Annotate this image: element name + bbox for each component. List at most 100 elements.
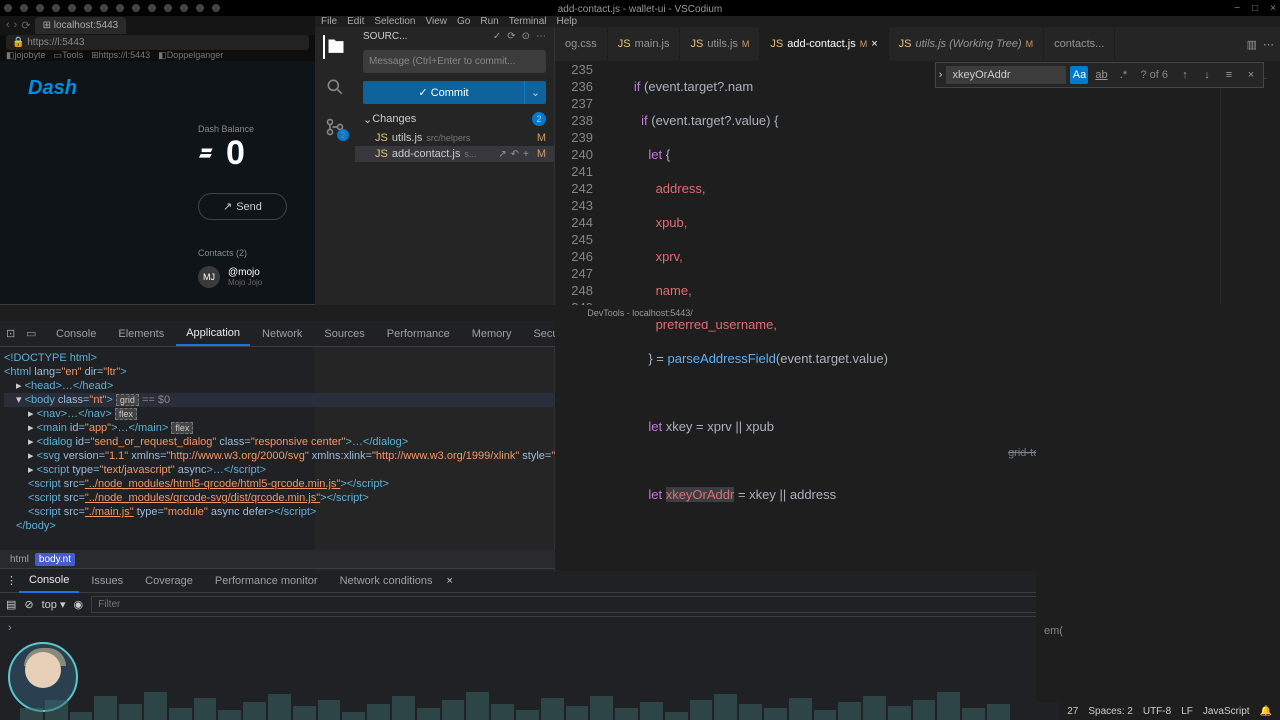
status-col[interactable]: 27 <box>1067 706 1078 717</box>
menu-terminal[interactable]: Terminal <box>509 16 547 27</box>
statusbar: 27 Spaces: 2 UTF-8 LF JavaScript 🔔 <box>1059 702 1280 720</box>
browser-window: ‹ › ⟳ ⊞ localhost:5443 🔒 https://l:5443 … <box>0 16 315 304</box>
reload-icon[interactable]: ⟳ <box>21 19 30 32</box>
balance-value: 0 <box>198 134 287 173</box>
avatar: MJ <box>198 266 220 288</box>
crumb-body[interactable]: body.nt <box>35 553 75 566</box>
prev-match-icon[interactable]: ↑ <box>1176 66 1194 84</box>
send-button[interactable]: ↗ Send <box>198 193 287 220</box>
crumb-html[interactable]: html <box>6 553 33 566</box>
stage-icon[interactable]: + <box>523 149 529 160</box>
next-match-icon[interactable]: ↓ <box>1198 66 1216 84</box>
status-language[interactable]: JavaScript <box>1203 706 1250 717</box>
tab-performance[interactable]: Performance <box>377 323 460 345</box>
status-eol[interactable]: LF <box>1181 706 1193 717</box>
console-filter[interactable] <box>91 596 1116 613</box>
commit-button[interactable]: ✓ Commit <box>363 81 524 104</box>
drawer-tab-netcond[interactable]: Network conditions <box>330 570 443 592</box>
status-encoding[interactable]: UTF-8 <box>1143 706 1171 717</box>
open-file-icon[interactable]: ↗ <box>498 149 506 160</box>
menu-help[interactable]: Help <box>557 16 578 27</box>
tab-utilsworking[interactable]: JS utils.js (Working Tree) M <box>889 27 1045 61</box>
check-icon[interactable]: ✓ <box>493 31 501 42</box>
drawer-tab-console[interactable]: Console <box>19 569 79 593</box>
bookmark[interactable]: ◧ jojobyte <box>6 50 46 61</box>
tab-mainjs[interactable]: JS main.js <box>608 27 681 61</box>
menu-file[interactable]: File <box>321 16 337 27</box>
more-icon[interactable]: ⋯ <box>536 31 546 42</box>
menu-edit[interactable]: Edit <box>347 16 364 27</box>
devtools-title: DevTools - localhost:5443/ <box>587 308 693 318</box>
whole-word-icon[interactable]: ab <box>1092 66 1110 84</box>
commit-icon[interactable]: ⊙ <box>522 31 530 42</box>
panel-title: SOURC... <box>363 31 407 42</box>
explorer-icon[interactable] <box>323 35 347 59</box>
browser-tab[interactable]: ⊞ localhost:5443 <box>35 17 127 34</box>
notifications-icon[interactable]: 🔔 <box>1260 706 1272 717</box>
find-selection-icon[interactable]: ≡ <box>1220 66 1238 84</box>
status-spaces[interactable]: Spaces: 2 <box>1088 706 1132 717</box>
menu-view[interactable]: View <box>426 16 448 27</box>
chevron-right-icon[interactable]: › <box>939 69 943 81</box>
search-icon[interactable] <box>323 75 347 99</box>
device-icon[interactable]: ▭ <box>26 327 44 340</box>
drawer-tab-issues[interactable]: Issues <box>81 570 133 592</box>
bookmark[interactable]: ⊞ https://l:5443 <box>91 50 150 61</box>
bookmark[interactable]: ▭ Tools <box>54 50 84 61</box>
commit-message-input[interactable]: Message (Ctrl+Enter to commit... <box>363 50 546 73</box>
regex-icon[interactable]: .* <box>1114 66 1132 84</box>
nav-back-icon[interactable]: ‹ <box>6 19 10 31</box>
contact-sub: Mojo Jojo <box>228 278 262 287</box>
sidebar-toggle-icon[interactable]: ▤ <box>6 598 16 611</box>
maximize-icon[interactable]: □ <box>1252 3 1258 14</box>
menu-run[interactable]: Run <box>480 16 498 27</box>
drawer-tab-perfmon[interactable]: Performance monitor <box>205 570 328 592</box>
tab-application[interactable]: Application <box>176 322 250 346</box>
audio-visualizer <box>0 680 1030 720</box>
bookmark[interactable]: ◧ Doppelganger <box>158 50 223 61</box>
tab-ogcss[interactable]: og.css <box>555 27 608 61</box>
editor-tabs: og.css JS main.js JS utils.js M JS add-c… <box>555 27 1280 61</box>
menubar: File Edit Selection View Go Run Terminal… <box>315 16 1280 27</box>
menu-go[interactable]: Go <box>457 16 470 27</box>
dash-logo: Dash <box>28 77 287 100</box>
contact-item[interactable]: MJ @mojo Mojo Jojo <box>198 266 287 288</box>
contact-name: @mojo <box>228 267 262 278</box>
commit-dropdown[interactable]: ⌄ <box>524 81 546 104</box>
revert-icon[interactable]: ↶ <box>511 149 519 160</box>
close-drawer-icon[interactable]: × <box>447 575 453 587</box>
tab-addcontact[interactable]: JS add-contact.js M × <box>760 27 888 61</box>
find-input[interactable] <box>946 66 1066 84</box>
drawer-tab-coverage[interactable]: Coverage <box>135 570 203 592</box>
split-icon[interactable]: ▥ <box>1247 38 1257 51</box>
tab-network[interactable]: Network <box>252 323 312 345</box>
tab-utilsjs[interactable]: JS utils.js M <box>680 27 760 61</box>
changed-file[interactable]: JS utils.js src/helpers M <box>355 130 554 146</box>
tab-elements[interactable]: Elements <box>108 323 174 345</box>
close-find-icon[interactable]: × <box>1242 66 1260 84</box>
context-select[interactable]: top ▾ <box>42 598 66 611</box>
source-control-icon[interactable]: 2 <box>323 115 347 139</box>
live-expression-icon[interactable]: ◉ <box>74 598 84 611</box>
tab-console[interactable]: Console <box>46 323 106 345</box>
refresh-icon[interactable]: ⟳ <box>507 31 515 42</box>
inspect-icon[interactable]: ⊡ <box>6 327 24 340</box>
more-icon[interactable]: ⋯ <box>1263 38 1274 51</box>
clear-console-icon[interactable]: ⊘ <box>24 598 33 611</box>
contacts-header: Contacts (2) <box>198 248 287 258</box>
menu-selection[interactable]: Selection <box>374 16 415 27</box>
background-editor: em( <box>1036 304 1280 702</box>
match-case-icon[interactable]: Aa <box>1070 66 1088 84</box>
drawer-menu-icon[interactable]: ⋮ <box>6 574 17 587</box>
changed-file[interactable]: JS add-contact.js s... ↗↶+ M <box>355 146 554 162</box>
address-bar[interactable]: 🔒 https://l:5443 <box>6 35 309 50</box>
tab-memory[interactable]: Memory <box>462 323 522 345</box>
close-icon[interactable]: × <box>1270 3 1276 14</box>
changes-section[interactable]: ⌄ Changes 2 <box>355 108 554 130</box>
tab-sources[interactable]: Sources <box>314 323 374 345</box>
nav-fwd-icon[interactable]: › <box>14 19 18 31</box>
minimize-icon[interactable]: − <box>1234 3 1240 14</box>
bookmarks-bar: ◧ jojobyte ▭ Tools ⊞ https://l:5443 ◧ Do… <box>0 50 315 61</box>
tab-contacts[interactable]: contacts... <box>1044 27 1115 61</box>
close-tab-icon[interactable]: × <box>871 38 877 50</box>
